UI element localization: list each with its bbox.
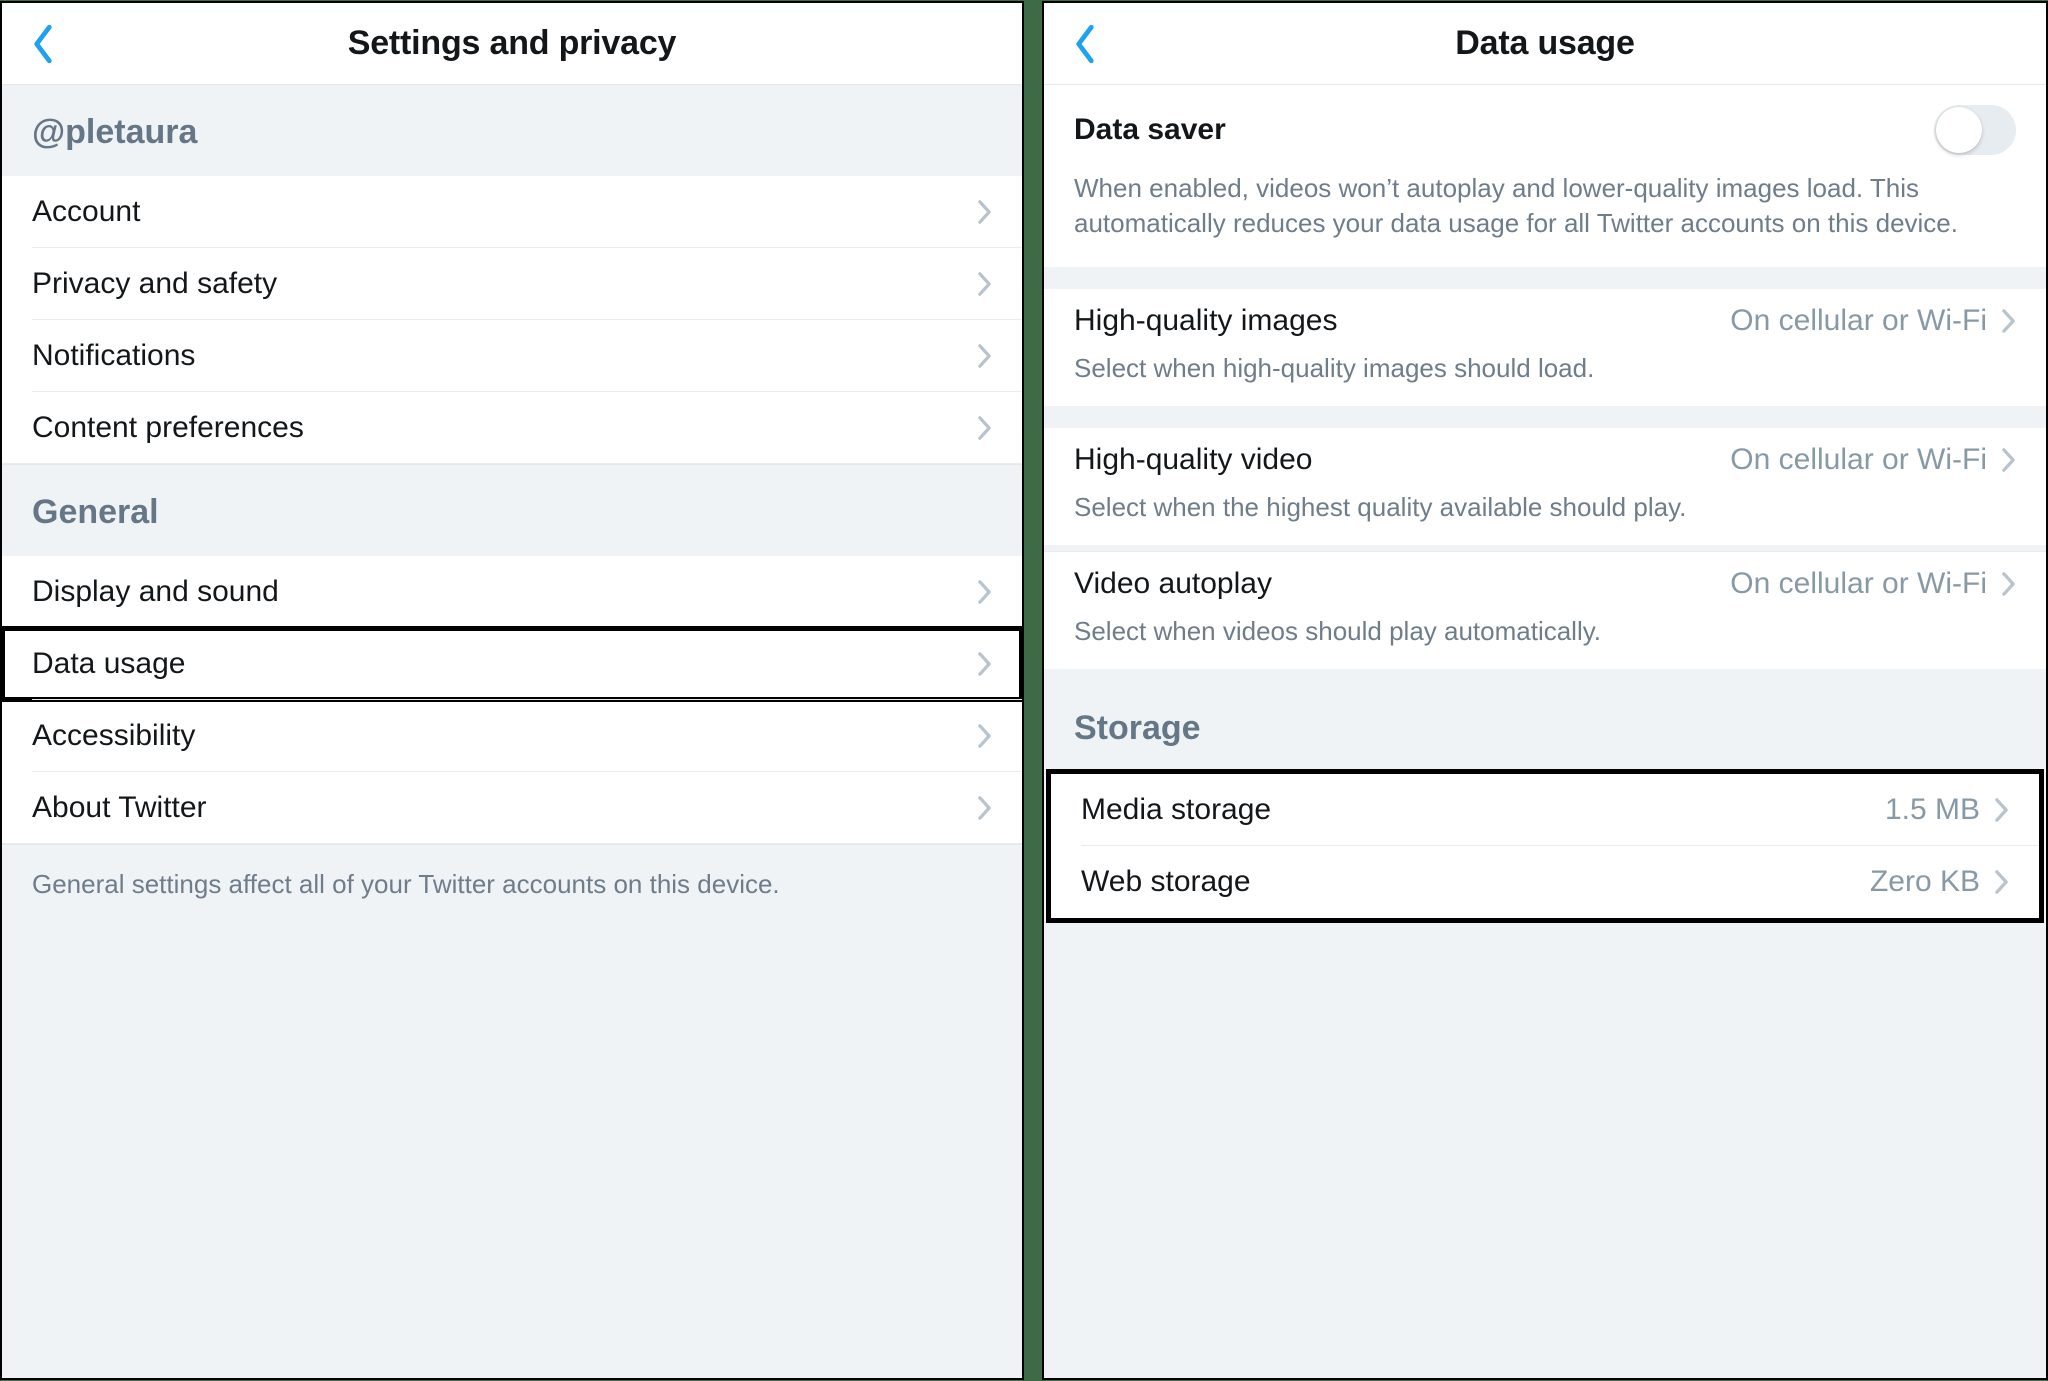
chevron-right-icon: [2001, 447, 2016, 473]
row-label: High-quality video: [1074, 443, 1312, 477]
row-label: Data usage: [32, 647, 185, 681]
row-label: Media storage: [1081, 793, 1271, 827]
chevron-left-icon: [30, 23, 56, 65]
row-value: 1.5 MB: [1885, 793, 1980, 827]
row-display-sound[interactable]: Display and sound: [2, 556, 1022, 628]
row-value: On cellular or Wi-Fi: [1730, 443, 1987, 477]
data-saver-label: Data saver: [1074, 113, 1226, 147]
back-button[interactable]: [1062, 21, 1108, 67]
row-data-saver: Data saver: [1044, 85, 2046, 161]
data-saver-note: When enabled, videos won’t autoplay and …: [1044, 161, 2046, 267]
row-label: Notifications: [32, 339, 195, 373]
data-saver-toggle[interactable]: [1934, 105, 2016, 155]
hq-video-block: High-quality video On cellular or Wi-Fi: [1044, 428, 2046, 492]
navbar-data-usage: Data usage: [1044, 3, 2046, 85]
chevron-right-icon: [2001, 571, 2016, 597]
row-label: About Twitter: [32, 791, 207, 825]
chevron-right-icon: [977, 579, 992, 605]
row-label: Web storage: [1081, 865, 1251, 899]
section-gap: [1044, 267, 2046, 289]
data-usage-pane: Data usage Data saver When enabled, vide…: [1042, 1, 2048, 1380]
hq-images-block: High-quality images On cellular or Wi-Fi: [1044, 289, 2046, 353]
row-label: Accessibility: [32, 719, 195, 753]
chevron-right-icon: [2001, 308, 2016, 334]
row-hq-images[interactable]: High-quality images On cellular or Wi-Fi: [1044, 289, 2046, 353]
row-label: Privacy and safety: [32, 267, 277, 301]
hq-images-note: Select when high-quality images should l…: [1044, 353, 2046, 406]
video-autoplay-block: Video autoplay On cellular or Wi-Fi: [1044, 551, 2046, 616]
page-title: Settings and privacy: [348, 24, 677, 63]
settings-pane: Settings and privacy @pletaura Account P…: [0, 1, 1024, 1380]
row-value: On cellular or Wi-Fi: [1730, 304, 1987, 338]
chevron-right-icon: [977, 723, 992, 749]
row-label: High-quality images: [1074, 304, 1337, 338]
chevron-right-icon: [977, 199, 992, 225]
row-account[interactable]: Account: [2, 176, 1022, 248]
chevron-right-icon: [1994, 869, 2009, 895]
chevron-right-icon: [1994, 797, 2009, 823]
row-accessibility[interactable]: Accessibility: [2, 700, 1022, 772]
row-notifications[interactable]: Notifications: [2, 320, 1022, 392]
row-value: On cellular or Wi-Fi: [1730, 567, 1987, 601]
row-about-twitter[interactable]: About Twitter: [2, 772, 1022, 844]
general-header: General: [2, 465, 1022, 556]
row-privacy-safety[interactable]: Privacy and safety: [2, 248, 1022, 320]
user-handle-header: @pletaura: [2, 85, 1022, 176]
row-label: Display and sound: [32, 575, 279, 609]
hq-video-note: Select when the highest quality availabl…: [1044, 492, 2046, 545]
page-title: Data usage: [1455, 24, 1634, 63]
general-group: Display and sound Data usage Accessibili…: [2, 556, 1022, 845]
chevron-right-icon: [977, 415, 992, 441]
chevron-right-icon: [977, 651, 992, 677]
row-web-storage[interactable]: Web storage Zero KB: [1051, 846, 2039, 918]
row-content-preferences[interactable]: Content preferences: [2, 392, 1022, 464]
row-label: Video autoplay: [1074, 567, 1272, 601]
chevron-right-icon: [977, 795, 992, 821]
row-video-autoplay[interactable]: Video autoplay On cellular or Wi-Fi: [1044, 552, 2046, 616]
row-label: Account: [32, 195, 140, 229]
row-data-usage[interactable]: Data usage: [2, 628, 1022, 700]
section-gap: [1044, 406, 2046, 428]
row-value: Zero KB: [1870, 865, 1980, 899]
storage-header: Storage: [1044, 669, 2046, 772]
toggle-knob: [1936, 107, 1982, 153]
chevron-right-icon: [977, 271, 992, 297]
chevron-right-icon: [977, 343, 992, 369]
row-hq-video[interactable]: High-quality video On cellular or Wi-Fi: [1044, 428, 2046, 492]
navbar-settings: Settings and privacy: [2, 3, 1022, 85]
storage-highlight-box: Media storage 1.5 MB Web storage Zero KB: [1046, 769, 2044, 923]
row-media-storage[interactable]: Media storage 1.5 MB: [1051, 774, 2039, 846]
chevron-left-icon: [1072, 23, 1098, 65]
video-autoplay-note: Select when videos should play automatic…: [1044, 616, 2046, 669]
account-group: Account Privacy and safety Notifications…: [2, 176, 1022, 465]
back-button[interactable]: [20, 21, 66, 67]
general-footer-note: General settings affect all of your Twit…: [2, 845, 1022, 936]
row-label: Content preferences: [32, 411, 304, 445]
